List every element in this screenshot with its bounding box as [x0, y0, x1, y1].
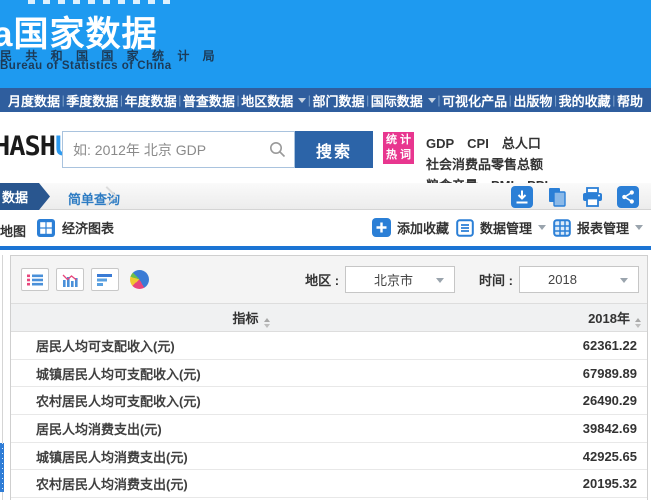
download-icon[interactable]: [511, 186, 533, 208]
site-logo-subtitle-en: Bureau of Statistics of China: [0, 60, 172, 72]
result-panel: 地区 : 北京市 时间 : 2018 指标 2018年 居民人均可支配收入(元)…: [10, 255, 648, 500]
chevron-down-icon: [436, 278, 444, 283]
indicator-cell: 城镇居民人均可支配收入(元): [11, 364, 497, 383]
nav-item-2[interactable]: 季度数据: [66, 91, 118, 110]
nav-item-9[interactable]: 出版物: [513, 91, 552, 110]
time-filter-label: 时间 :: [479, 270, 513, 289]
time-select[interactable]: 2018: [519, 266, 639, 293]
table-row: 居民人均可支配收入(元)62361.22: [11, 332, 647, 360]
region-filter-label: 地区 :: [305, 270, 339, 289]
column-chart-icon: [62, 273, 78, 287]
search-brand-logo: HASHU: [0, 131, 70, 162]
data-manage-menu[interactable]: 数据管理: [456, 218, 546, 237]
nav-separator: |: [308, 93, 311, 107]
site-header: a国家数据 民 共 和 国 国 家 统 计 局 Bureau of Statis…: [0, 0, 651, 88]
indicator-cell: 居民人均可支配收入(元): [11, 336, 497, 355]
nav-separator: |: [366, 93, 369, 107]
nav-item-7[interactable]: 国际数据: [371, 91, 436, 110]
search-icon[interactable]: [269, 141, 286, 158]
value-cell: 20195.32: [497, 476, 647, 491]
nav-item-8[interactable]: 可视化产品: [442, 91, 507, 110]
search-button[interactable]: 搜索: [295, 131, 373, 168]
dashboard-icon: [37, 219, 55, 237]
print-icon[interactable]: [581, 186, 604, 208]
hot-word[interactable]: 社会消费品零售总额: [426, 154, 543, 175]
nav-item-11[interactable]: 帮助: [617, 91, 643, 110]
value-cell: 26490.29: [497, 393, 647, 408]
chevron-down-icon: [635, 225, 643, 230]
hot-words-line1: GDP CPI 总人口社会消费品零售总额: [426, 133, 651, 175]
copy-icon[interactable]: [546, 186, 568, 208]
clipped-text-fragment: [28, 0, 170, 4]
nav-separator: |: [509, 93, 512, 107]
value-cell: 62361.22: [497, 338, 647, 353]
nav-item-3[interactable]: 年度数据: [125, 91, 177, 110]
nav-separator: |: [62, 93, 65, 107]
nav-separator: |: [120, 93, 123, 107]
pie-chart-button[interactable]: [130, 270, 149, 289]
tab-economic-map[interactable]: 地图: [0, 221, 26, 240]
search-input[interactable]: [63, 132, 269, 167]
value-cell: 67989.89: [497, 366, 647, 381]
nav-item-1[interactable]: 月度数据: [8, 91, 60, 110]
indicator-cell: 居民人均消费支出(元): [11, 419, 497, 438]
list-view-icon: [27, 273, 43, 287]
chevron-down-icon: [620, 278, 628, 283]
region-select[interactable]: 北京市: [345, 266, 455, 293]
nav-separator: |: [178, 93, 181, 107]
nav-item-10[interactable]: 我的收藏: [559, 91, 611, 110]
nav-item-4[interactable]: 普查数据: [183, 91, 235, 110]
add-favorite-button[interactable]: 添加收藏: [372, 218, 449, 237]
table-body: 居民人均可支配收入(元)62361.22城镇居民人均可支配收入(元)67989.…: [11, 332, 647, 498]
indicator-cell: 城镇居民人均消费支出(元): [11, 447, 497, 466]
tab-economic-charts[interactable]: 经济图表: [37, 218, 114, 237]
nav-separator: |: [437, 93, 440, 107]
main-nav: 月度数据|季度数据|年度数据|普查数据|地区数据|部门数据|国际数据|可视化产品…: [0, 88, 651, 112]
chevron-down-icon: [428, 98, 436, 103]
sort-icon: [264, 318, 270, 328]
table-row: 居民人均消费支出(元)39842.69: [11, 415, 647, 443]
action-icons: [511, 186, 639, 208]
table-row: 农村居民人均可支配收入(元)26490.29: [11, 387, 647, 415]
year-column-header[interactable]: 2018年: [491, 308, 647, 328]
plus-icon: [372, 218, 391, 237]
nav-separator: |: [554, 93, 557, 107]
page: a国家数据 民 共 和 国 国 家 统 计 局 Bureau of Statis…: [0, 0, 651, 500]
chevron-down-icon: [298, 98, 306, 103]
indicator-cell: 农村居民人均可支配收入(元): [11, 391, 497, 410]
tab-data[interactable]: 数据: [0, 183, 50, 210]
panel-toolbar: 地区 : 北京市 时间 : 2018: [11, 256, 647, 303]
list-view-button[interactable]: [21, 268, 49, 291]
table-header: 指标 2018年: [11, 303, 647, 332]
document-list-icon: [456, 219, 474, 237]
table-grid-icon: [553, 219, 571, 237]
hot-word[interactable]: CPI: [467, 133, 489, 154]
sub-toolbar-right: 添加收藏 数据管理 报表管理: [372, 218, 643, 237]
sidebar-scrollbar[interactable]: [0, 443, 4, 492]
nav-item-5[interactable]: 地区数据: [241, 91, 306, 110]
value-cell: 39842.69: [497, 421, 647, 436]
hot-words-badge: 统 计热 词: [383, 132, 414, 164]
nav-item-6[interactable]: 部门数据: [312, 91, 364, 110]
chevron-down-icon: [538, 225, 546, 230]
hot-word[interactable]: 总人口: [502, 133, 541, 154]
value-cell: 42925.65: [497, 449, 647, 464]
nav-separator: |: [612, 93, 615, 107]
column-chart-button[interactable]: [56, 268, 84, 291]
share-icon[interactable]: [617, 186, 639, 208]
indicator-column-header[interactable]: 指标: [11, 308, 491, 328]
bar-chart-button[interactable]: [91, 268, 119, 291]
hot-word[interactable]: GDP: [426, 133, 454, 154]
table-row: 城镇居民人均可支配收入(元)67989.89: [11, 360, 647, 388]
nav-separator: |: [236, 93, 239, 107]
search-box: [62, 131, 295, 168]
report-manage-menu[interactable]: 报表管理: [553, 218, 643, 237]
indicator-cell: 农村居民人均消费支出(元): [11, 474, 497, 493]
sub-toolbar: 地图 经济图表 添加收藏: [0, 213, 651, 246]
table-row: 城镇居民人均消费支出(元)42925.65: [11, 443, 647, 471]
table-row: 农村居民人均消费支出(元)20195.32: [11, 470, 647, 498]
blue-divider: [0, 246, 651, 250]
bar-chart-icon: [97, 273, 113, 287]
sort-icon: [635, 318, 641, 328]
